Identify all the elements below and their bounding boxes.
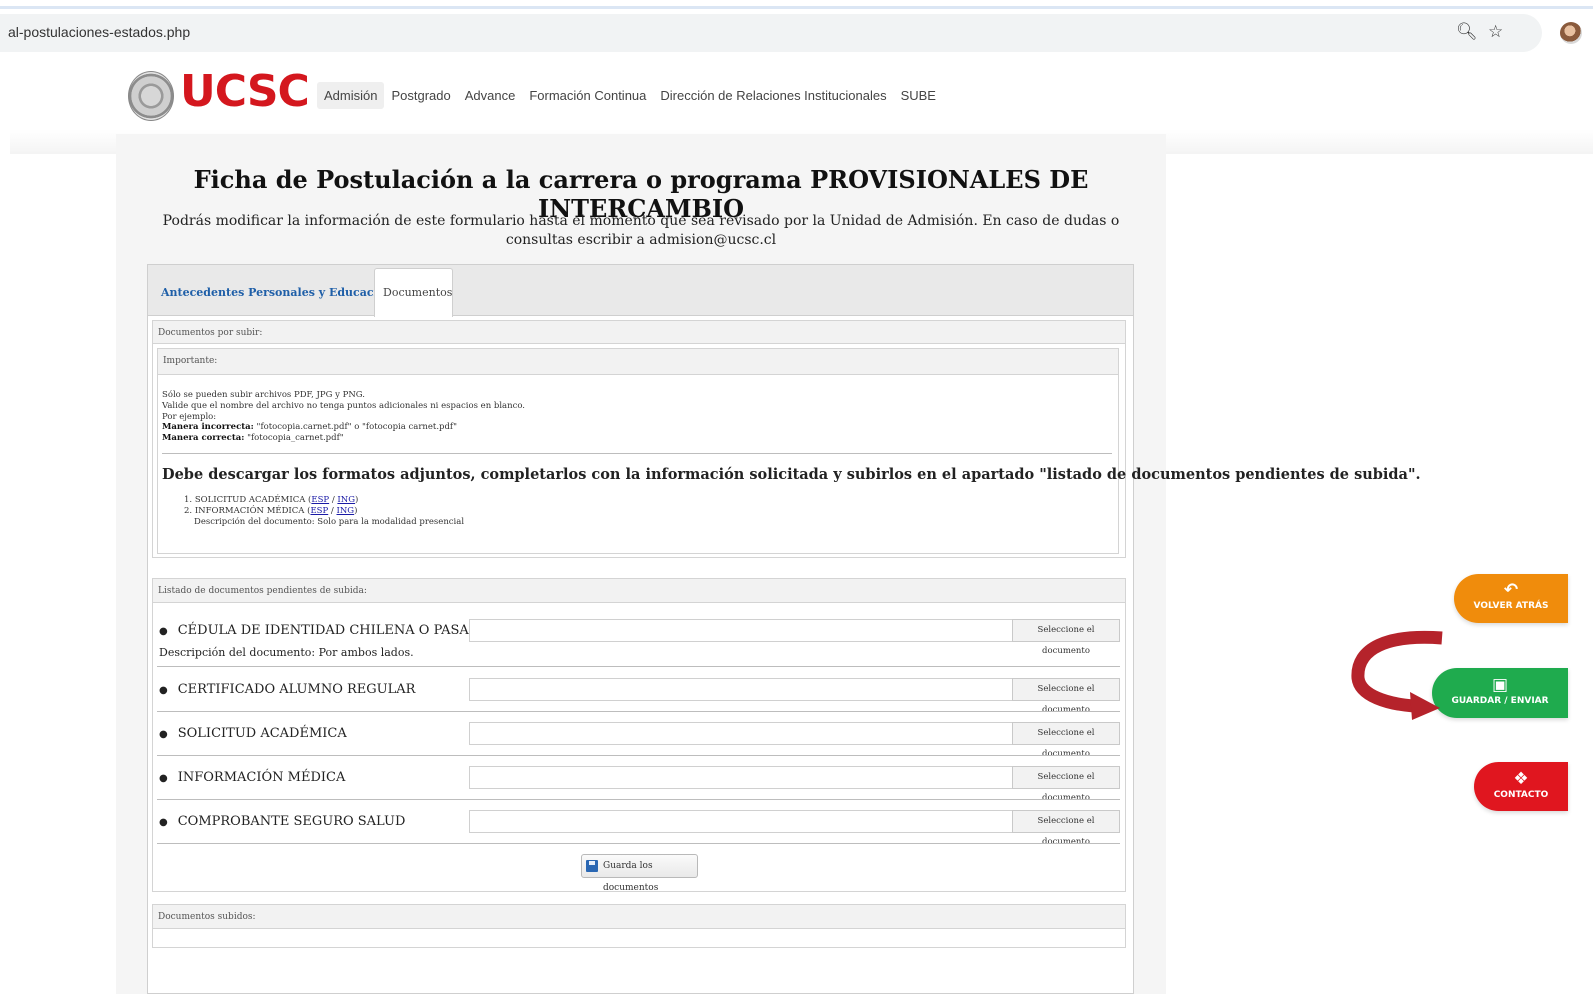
nav-advance[interactable]: Advance: [458, 82, 523, 109]
download-num: 2.: [184, 505, 193, 516]
download-esp-link[interactable]: ESP: [311, 495, 329, 505]
back-button[interactable]: ↶ VOLVER ATRÁS: [1454, 574, 1568, 623]
info-icon: ❖: [1513, 769, 1529, 789]
nav-formacion-continua[interactable]: Formación Continua: [522, 82, 653, 109]
floppy-disk-icon: ▣: [1491, 675, 1509, 695]
pending-docs-heading: Listado de documentos pendientes de subi…: [153, 579, 1125, 603]
undo-icon: ↶: [1503, 580, 1519, 600]
file-path-field[interactable]: [469, 619, 1013, 642]
row-divider: [157, 666, 1120, 667]
back-button-label: VOLVER ATRÁS: [1473, 601, 1549, 611]
note-line-2: Valide que el nombre del archivo no teng…: [162, 400, 526, 411]
top-navigation: Admisión Postgrado Advance Formación Con…: [317, 82, 943, 109]
tab-documentos[interactable]: Documentos: [383, 286, 452, 299]
pending-doc-description: Descripción del documento: Por ambos lad…: [159, 646, 414, 659]
file-path-field[interactable]: [469, 678, 1013, 701]
file-path-field[interactable]: [469, 810, 1013, 833]
row-divider: [157, 711, 1120, 712]
contact-button-label: CONTACTO: [1493, 790, 1549, 800]
divider: [162, 453, 1112, 454]
contact-button[interactable]: ❖ CONTACTO: [1474, 762, 1568, 811]
row-divider: [157, 799, 1120, 800]
select-document-button[interactable]: Seleccione el documento: [1012, 766, 1120, 803]
download-esp-link[interactable]: ESP: [310, 506, 328, 516]
zoom-icon[interactable]: 🔍︎: [1456, 22, 1478, 42]
uploaded-docs-heading: Documentos subidos:: [153, 905, 1125, 929]
bullet: ●: [159, 817, 168, 828]
important-heading: Importante:: [158, 349, 1118, 375]
download-ing-link[interactable]: ING: [337, 495, 355, 505]
download-instruction: Debe descargar los formatos adjuntos, co…: [162, 466, 1421, 483]
note-line-1: Sólo se pueden subir archivos PDF, JPG y…: [162, 390, 365, 400]
nav-postgrado[interactable]: Postgrado: [384, 82, 457, 109]
university-seal-logo[interactable]: [128, 71, 174, 121]
select-document-button[interactable]: Seleccione el documento: [1012, 619, 1120, 656]
select-document-button[interactable]: Seleccione el documento: [1012, 678, 1120, 715]
download-description: Descripción del documento: Solo para la …: [194, 516, 465, 527]
pointing-arrow-annotation: [1351, 630, 1443, 720]
row-divider: [157, 755, 1120, 756]
download-name: INFORMACIÓN MÉDICA: [194, 505, 305, 516]
pending-doc-name: INFORMACIÓN MÉDICA: [177, 770, 346, 785]
bullet: ●: [159, 685, 168, 696]
url-text[interactable]: al-postulaciones-estados.php: [8, 24, 190, 40]
pending-doc-name: CÉDULA DE IDENTIDAD CHILENA O PASAPORTE: [177, 623, 516, 638]
download-list: 1. SOLICITUD ACADÉMICA (ESP / ING) 2. IN…: [184, 495, 464, 527]
note-line-3: Por ejemplo:: [162, 411, 217, 422]
bullet: ●: [159, 729, 168, 740]
floppy-disk-icon: [586, 860, 598, 872]
site-logo[interactable]: UCSC: [180, 66, 310, 117]
star-icon[interactable]: ☆: [1488, 22, 1503, 42]
file-path-field[interactable]: [469, 722, 1013, 745]
file-path-field[interactable]: [469, 766, 1013, 789]
avatar[interactable]: [1560, 22, 1582, 44]
select-document-button[interactable]: Seleccione el documento: [1012, 810, 1120, 847]
right-way-value: "fotocopia_carnet.pdf": [244, 433, 344, 444]
download-name: SOLICITUD ACADÉMICA: [194, 495, 306, 505]
pending-doc-name: CERTIFICADO ALUMNO REGULAR: [177, 682, 416, 697]
pending-doc-label: ● COMPROBANTE SEGURO SALUD: [159, 814, 405, 829]
save-send-button[interactable]: ▣ GUARDAR / ENVIAR: [1432, 668, 1568, 718]
pending-doc-label: ● SOLICITUD ACADÉMICA: [159, 726, 347, 741]
nav-sube[interactable]: SUBE: [894, 82, 943, 109]
nav-relaciones-institucionales[interactable]: Dirección de Relaciones Institucionales: [653, 82, 893, 109]
wrong-way-value: "fotocopia.carnet.pdf" o "fotocopia carn…: [253, 422, 457, 433]
right-way-label: Manera correcta:: [162, 433, 245, 444]
download-item: 2. INFORMACIÓN MÉDICA (ESP / ING): [184, 505, 358, 516]
save-documents-button[interactable]: Guarda los documentos: [581, 854, 698, 893]
docs-to-upload-heading: Documentos por subir:: [153, 321, 1125, 344]
row-divider: [157, 843, 1120, 844]
nav-admision[interactable]: Admisión: [317, 82, 385, 109]
bullet: ●: [159, 773, 168, 784]
download-item: 1. SOLICITUD ACADÉMICA (ESP / ING): [184, 495, 359, 505]
select-document-button[interactable]: Seleccione el documento: [1012, 722, 1120, 759]
pending-doc-label: ● INFORMACIÓN MÉDICA: [159, 770, 345, 785]
important-notes: Sólo se pueden subir archivos PDF, JPG y…: [162, 390, 525, 444]
wrong-way-label: Manera incorrecta:: [162, 422, 254, 433]
pending-doc-name: COMPROBANTE SEGURO SALUD: [177, 814, 406, 829]
pending-doc-label: ● CERTIFICADO ALUMNO REGULAR: [159, 682, 415, 697]
download-num: 1.: [184, 495, 193, 505]
page-intro: Podrás modificar la información de este …: [162, 213, 1120, 248]
browser-top-strip: [0, 6, 1593, 9]
pending-doc-label: ● CÉDULA DE IDENTIDAD CHILENA O PASAPORTE: [159, 623, 516, 638]
download-ing-link[interactable]: ING: [337, 506, 355, 516]
save-send-button-label: GUARDAR / ENVIAR: [1451, 696, 1549, 706]
pending-doc-name: SOLICITUD ACADÉMICA: [177, 726, 347, 741]
address-bar[interactable]: al-postulaciones-estados.php: [0, 14, 1542, 52]
bullet: ●: [159, 626, 168, 637]
